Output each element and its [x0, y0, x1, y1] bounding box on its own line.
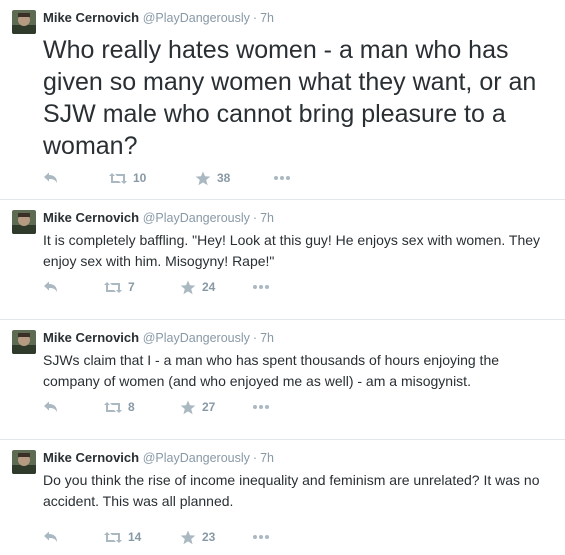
- ellipsis-icon: [253, 535, 269, 539]
- tweet[interactable]: Mike Cernovich @PlayDangerously · 7h Do yo…: [0, 440, 565, 555]
- timestamp[interactable]: 7h: [260, 331, 274, 345]
- reply-button[interactable]: [43, 280, 89, 294]
- tweet-header: Mike Cernovich @PlayDangerously · 7h: [43, 9, 274, 27]
- retweet-arrows-icon: [104, 531, 122, 543]
- tweet[interactable]: Mike Cernovich @PlayDangerously · 7h It is…: [0, 200, 565, 320]
- tweet-header: Mike Cernovich @PlayDangerously · 7h: [43, 209, 274, 227]
- reply-button[interactable]: [43, 400, 89, 414]
- more-button[interactable]: [252, 534, 270, 540]
- retweet-count: 10: [133, 171, 147, 185]
- favorite-button[interactable]: 23: [180, 530, 252, 545]
- timestamp[interactable]: 7h: [260, 211, 274, 225]
- ellipsis-icon: [253, 285, 269, 289]
- avatar[interactable]: [12, 330, 36, 354]
- tweet[interactable]: Mike Cernovich @PlayDangerously · 7h SJWs …: [0, 320, 565, 440]
- retweet-button[interactable]: 14: [104, 530, 180, 544]
- favorite-count: 27: [202, 400, 216, 414]
- retweet-arrows-icon: [109, 172, 127, 184]
- author-handle[interactable]: @PlayDangerously: [143, 11, 250, 25]
- separator-dot: ·: [252, 11, 258, 25]
- favorite-button[interactable]: 24: [180, 280, 252, 295]
- retweet-button[interactable]: 10: [109, 171, 195, 185]
- timestamp[interactable]: 7h: [260, 451, 274, 465]
- reply-button[interactable]: [43, 171, 89, 185]
- separator-dot: ·: [252, 451, 258, 465]
- tweet-text: Do you think the rise of income inequali…: [43, 472, 540, 509]
- tweet-header: Mike Cernovich @PlayDangerously · 7h: [43, 449, 274, 467]
- author-name[interactable]: Mike Cernovich: [43, 210, 139, 225]
- star-icon: [180, 280, 196, 294]
- avatar[interactable]: [12, 10, 36, 34]
- tweet-text: Who really hates women - a man who has g…: [43, 36, 537, 160]
- avatar[interactable]: [12, 210, 36, 234]
- separator-dot: ·: [252, 211, 258, 225]
- retweet-count: 14: [128, 530, 142, 544]
- reply-arrow-icon: [44, 172, 57, 183]
- tweet-actions: 14 23: [43, 527, 270, 547]
- reply-arrow-icon: [44, 281, 57, 292]
- retweet-arrows-icon: [104, 401, 122, 413]
- favorite-count: 24: [202, 280, 216, 294]
- retweet-button[interactable]: 8: [104, 400, 180, 414]
- reply-button[interactable]: [43, 530, 89, 544]
- more-button[interactable]: [273, 175, 291, 181]
- author-handle[interactable]: @PlayDangerously: [143, 211, 250, 225]
- reply-arrow-icon: [44, 531, 57, 542]
- tweet-text: SJWs claim that I - a man who has spent …: [43, 352, 500, 389]
- tweet-actions: 7 24: [43, 277, 270, 297]
- more-button[interactable]: [252, 404, 270, 410]
- favorite-button[interactable]: 27: [180, 400, 252, 415]
- timestamp[interactable]: 7h: [260, 11, 274, 25]
- tweet-header: Mike Cernovich @PlayDangerously · 7h: [43, 329, 274, 347]
- favorite-button[interactable]: 38: [195, 171, 273, 186]
- star-icon: [180, 530, 196, 544]
- avatar[interactable]: [12, 450, 36, 474]
- favorite-count: 38: [217, 171, 231, 185]
- separator-dot: ·: [252, 331, 258, 345]
- reply-arrow-icon: [44, 401, 57, 412]
- favorite-count: 23: [202, 530, 216, 544]
- star-icon: [180, 400, 196, 414]
- author-name[interactable]: Mike Cernovich: [43, 10, 139, 25]
- tweet[interactable]: Mike Cernovich @PlayDangerously · 7h Who r…: [0, 0, 565, 200]
- author-name[interactable]: Mike Cernovich: [43, 450, 139, 465]
- author-handle[interactable]: @PlayDangerously: [143, 331, 250, 345]
- retweet-count: 8: [128, 400, 135, 414]
- timeline: Mike Cernovich @PlayDangerously · 7h Who r…: [0, 0, 565, 555]
- ellipsis-icon: [253, 405, 269, 409]
- retweet-button[interactable]: 7: [104, 280, 180, 294]
- ellipsis-icon: [274, 176, 290, 180]
- author-name[interactable]: Mike Cernovich: [43, 330, 139, 345]
- retweet-arrows-icon: [104, 281, 122, 293]
- tweet-actions: 10 38: [43, 168, 291, 188]
- more-button[interactable]: [252, 284, 270, 290]
- star-icon: [195, 171, 211, 185]
- tweet-actions: 8 27: [43, 397, 270, 417]
- tweet-text: It is completely baffling. "Hey! Look at…: [43, 232, 541, 269]
- retweet-count: 7: [128, 280, 135, 294]
- author-handle[interactable]: @PlayDangerously: [143, 451, 250, 465]
